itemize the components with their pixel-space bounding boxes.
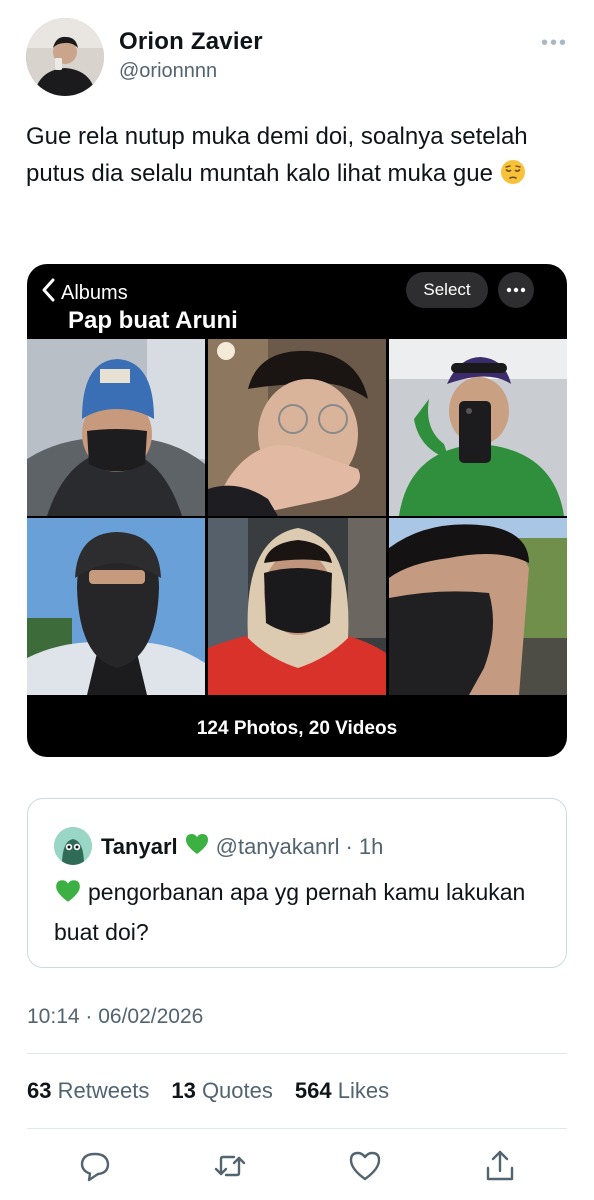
quoted-display-name[interactable]: Tanyarl xyxy=(101,834,178,860)
tweet-media-image[interactable]: Albums Pap buat Aruni Select 124 Photos,… xyxy=(27,264,567,757)
reply-icon[interactable] xyxy=(77,1148,113,1184)
quotes-stat[interactable]: 13 Quotes xyxy=(171,1078,273,1104)
album-photo[interactable] xyxy=(389,518,567,695)
tweet-text: Gue rela nutup muka demi doi, soalnya se… xyxy=(26,118,571,192)
quoted-text: pengorbanan apa yg pernah kamu lakukan b… xyxy=(54,874,544,950)
album-photo[interactable] xyxy=(208,518,386,695)
quoted-header: Tanyarl @tanyakanrl · 1h xyxy=(101,832,383,862)
quoted-avatar[interactable] xyxy=(54,827,92,865)
chevron-left-icon xyxy=(41,278,55,308)
quoted-text-content: pengorbanan apa yg pernah kamu lakukan b… xyxy=(54,879,526,945)
avatar[interactable] xyxy=(26,18,104,96)
photo-grid xyxy=(27,339,567,695)
album-title: Pap buat Aruni xyxy=(68,307,238,334)
retweets-stat[interactable]: 63 Retweets xyxy=(27,1078,149,1104)
retweets-count: 63 xyxy=(27,1078,52,1103)
pensive-face-icon xyxy=(500,159,526,185)
share-icon[interactable] xyxy=(482,1148,518,1184)
likes-count: 564 xyxy=(294,1078,332,1103)
album-photo[interactable] xyxy=(27,339,205,516)
albums-back-button[interactable]: Albums xyxy=(41,278,128,308)
display-name[interactable]: Orion Zavier xyxy=(119,28,263,56)
likes-label: Likes xyxy=(337,1078,390,1103)
albums-back-label: Albums xyxy=(61,281,128,304)
album-more-icon[interactable] xyxy=(498,272,534,308)
user-handle[interactable]: @orionnnn xyxy=(119,60,263,83)
tweet-header: Orion Zavier @orionnnn ••• xyxy=(26,18,576,96)
album-count: 124 Photos, 20 Videos xyxy=(196,718,398,739)
quoted-handle[interactable]: @tanyakanrl xyxy=(216,834,340,860)
tweet-timestamp[interactable]: 10:14 · 06/02/2026 xyxy=(27,1005,203,1029)
retweet-icon[interactable] xyxy=(212,1148,248,1184)
quotes-count: 13 xyxy=(171,1078,196,1103)
like-icon[interactable] xyxy=(347,1148,383,1184)
likes-stat[interactable]: 564 Likes xyxy=(295,1078,389,1104)
album-photo[interactable] xyxy=(27,518,205,695)
tweet-text-content: Gue rela nutup muka demi doi, soalnya se… xyxy=(26,123,528,187)
select-button[interactable]: Select xyxy=(406,272,488,308)
more-options-icon[interactable]: ••• xyxy=(541,32,568,55)
tweet-actions xyxy=(27,1148,567,1188)
quoted-time: · 1h xyxy=(345,834,384,859)
green-heart-icon xyxy=(54,878,82,914)
quoted-tweet[interactable]: Tanyarl @tanyakanrl · 1h pengorbanan apa… xyxy=(27,798,567,968)
retweets-label: Retweets xyxy=(57,1078,150,1103)
green-heart-icon xyxy=(184,832,210,862)
album-photo[interactable] xyxy=(389,339,567,516)
divider xyxy=(27,1053,567,1054)
divider xyxy=(27,1128,567,1129)
tweet-stats: 63 Retweets 13 Quotes 564 Likes xyxy=(27,1078,389,1104)
album-photo[interactable] xyxy=(208,339,386,516)
quotes-label: Quotes xyxy=(201,1078,273,1103)
